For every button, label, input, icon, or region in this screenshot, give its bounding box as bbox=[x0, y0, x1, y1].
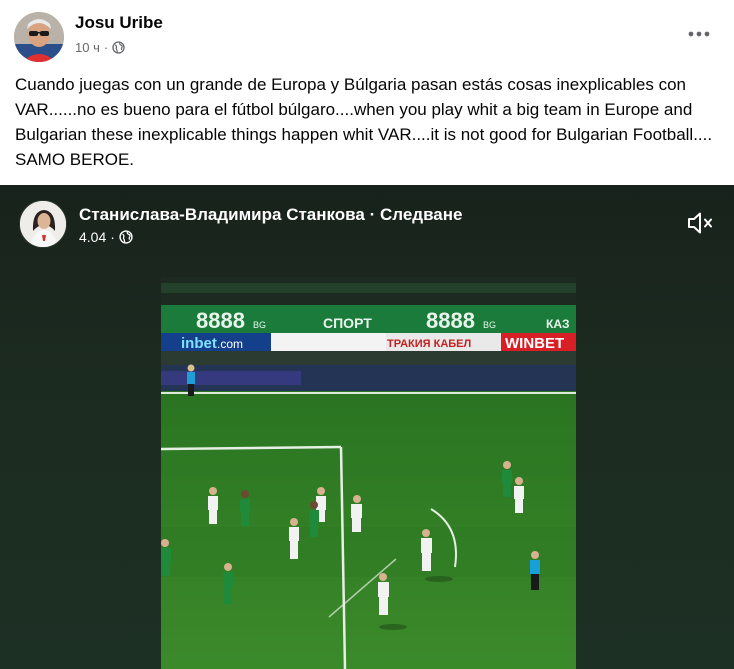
billboard-kaz: КАЗ bbox=[546, 317, 570, 331]
billboard-winbet: WINBET bbox=[505, 335, 564, 352]
mute-toggle-button[interactable] bbox=[686, 210, 714, 236]
video-frame[interactable]: 8888 BG СПОРТ 8888 BG КАЗ inbet .com ТРА… bbox=[161, 277, 576, 669]
post-meta: 10 ч · bbox=[75, 40, 125, 55]
globe-icon bbox=[112, 41, 125, 54]
post-header: Josu Uribe 10 ч · bbox=[0, 0, 734, 70]
more-horizontal-icon bbox=[688, 31, 710, 37]
globe-icon bbox=[119, 230, 133, 244]
video-date[interactable]: 4.04 bbox=[79, 229, 106, 245]
billboard-inbet-suffix: .com bbox=[217, 337, 243, 351]
more-options-button[interactable] bbox=[680, 16, 718, 52]
avatar-photo bbox=[14, 12, 64, 62]
billboard-bg-right: BG bbox=[483, 320, 496, 330]
meta-separator: · bbox=[103, 40, 109, 55]
referee bbox=[530, 551, 540, 590]
billboard-sport: СПОРТ bbox=[323, 315, 372, 331]
billboard-trakia: ТРАКИЯ КАБЕЛ bbox=[387, 338, 471, 350]
video-meta-separator: · bbox=[110, 229, 115, 245]
post-body-text: Cuando juegas con un grande de Europa y … bbox=[15, 75, 713, 169]
billboard-8888-right: 8888 bbox=[426, 308, 475, 333]
author-avatar[interactable] bbox=[14, 12, 64, 62]
video-avatar-photo bbox=[20, 201, 66, 247]
post-author-name[interactable]: Josu Uribe bbox=[75, 13, 163, 33]
billboard-inbet-text: inbet bbox=[181, 335, 217, 352]
post-time[interactable]: 10 ч bbox=[75, 40, 100, 55]
billboard-8888-left: 8888 bbox=[196, 308, 245, 333]
video-meta: 4.04 · bbox=[79, 229, 133, 245]
speaker-muted-icon bbox=[688, 212, 712, 234]
billboard-bg-left: BG bbox=[253, 320, 266, 330]
video-author-avatar[interactable] bbox=[19, 200, 67, 248]
video-author-name[interactable]: Станислава-Владимира Станкова · Следване bbox=[79, 205, 462, 225]
football-pitch-scene: 8888 BG СПОРТ 8888 BG КАЗ inbet .com ТРА… bbox=[161, 277, 576, 669]
